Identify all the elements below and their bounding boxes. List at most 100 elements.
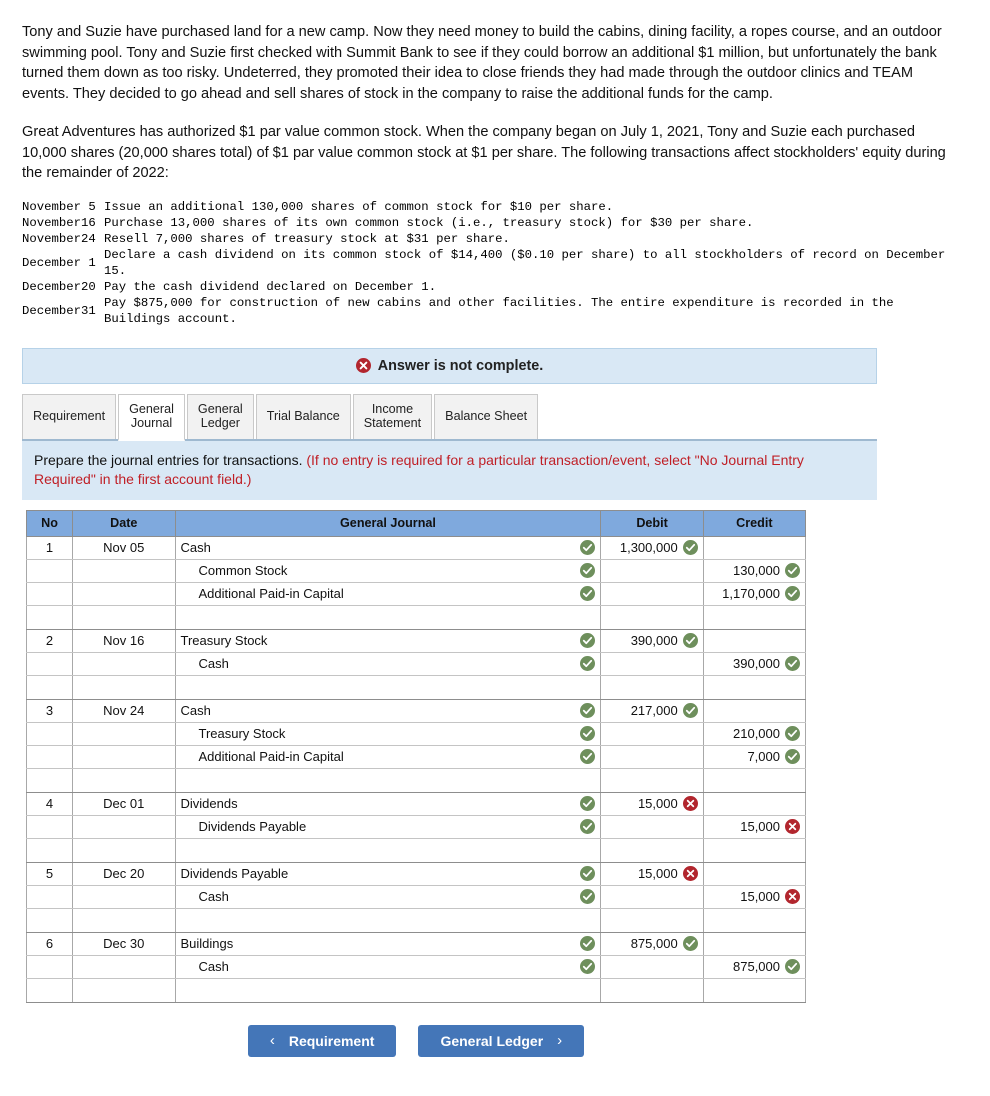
account-cell[interactable]: Treasury Stock xyxy=(174,628,602,653)
credit-check-icon xyxy=(785,726,800,742)
tab-income-statement[interactable]: Income Statement xyxy=(352,393,433,439)
account-check-icon xyxy=(580,866,596,882)
credit-cell[interactable]: 15,000 xyxy=(702,884,807,909)
spacer-cell-account[interactable] xyxy=(174,907,602,933)
account-cell[interactable]: Cash xyxy=(174,954,602,979)
tab-balance-sheet[interactable]: Balance Sheet xyxy=(434,393,539,439)
transaction-row: December 1 Declare a cash dividend on its… xyxy=(22,248,960,280)
spacer-cell-no xyxy=(25,767,74,793)
spacer-cell-credit[interactable] xyxy=(702,977,807,1003)
narrative-paragraph-1: Tony and Suzie have purchased land for a… xyxy=(22,24,942,102)
spacer-cell-credit[interactable] xyxy=(702,907,807,933)
credit-cell[interactable]: 130,000 xyxy=(702,558,807,583)
debit-cell[interactable] xyxy=(600,651,704,676)
account-cell[interactable]: Cash xyxy=(174,535,602,560)
tab-general-ledger[interactable]: General Ledger xyxy=(186,393,254,439)
account-name: Dividends xyxy=(180,796,238,812)
chevron-left-icon: ‹ xyxy=(269,1032,275,1050)
account-cell[interactable]: Cash xyxy=(174,698,602,723)
spacer-cell-debit[interactable] xyxy=(600,837,704,863)
debit-cell[interactable] xyxy=(600,558,704,583)
spacer-cell-account[interactable] xyxy=(174,604,602,630)
spacer-cell-credit[interactable] xyxy=(702,604,807,630)
credit-cell[interactable] xyxy=(702,931,807,956)
credit-amount: 15,000 xyxy=(740,889,780,905)
debit-cell[interactable] xyxy=(600,721,704,746)
debit-amount: 875,000 xyxy=(630,936,678,952)
account-cell[interactable]: Dividends xyxy=(174,791,602,816)
transaction-row: November16 Purchase 13,000 shares of its … xyxy=(22,216,960,232)
credit-cell[interactable]: 15,000 xyxy=(702,814,807,839)
account-cell[interactable]: Common Stock xyxy=(174,558,602,583)
spacer-cell-credit[interactable] xyxy=(702,767,807,793)
transaction-description: Declare a cash dividend on its common st… xyxy=(104,248,946,278)
credit-cell[interactable]: 390,000 xyxy=(702,651,807,676)
debit-cell[interactable]: 15,000 xyxy=(600,861,704,886)
journal-spacer-row xyxy=(25,767,807,793)
journal-entry-row: Additional Paid-in Capital 1,170,000 xyxy=(25,581,807,606)
credit-cell[interactable] xyxy=(702,698,807,723)
spacer-cell-account[interactable] xyxy=(174,767,602,793)
spacer-cell-debit[interactable] xyxy=(600,604,704,630)
spacer-cell-debit[interactable] xyxy=(600,977,704,1003)
debit-amount: 1,300,000 xyxy=(619,540,678,556)
debit-cell[interactable] xyxy=(600,884,704,909)
journal-entry-row: Cash 15,000 xyxy=(25,884,807,909)
account-name: Buildings xyxy=(180,936,234,952)
account-cell[interactable]: Cash xyxy=(174,651,602,676)
spacer-cell-account[interactable] xyxy=(174,977,602,1003)
account-cell[interactable]: Dividends Payable xyxy=(174,814,602,839)
journal-spacer-row xyxy=(25,604,807,630)
spacer-cell-no xyxy=(25,907,74,933)
tab-general-journal[interactable]: General Journal xyxy=(118,393,185,441)
next-general-ledger-button[interactable]: General Ledger › xyxy=(418,1024,585,1057)
credit-cell[interactable]: 875,000 xyxy=(702,954,807,979)
credit-amount: 210,000 xyxy=(733,726,780,742)
spacer-cell-debit[interactable] xyxy=(600,767,704,793)
spacer-cell-debit[interactable] xyxy=(600,907,704,933)
tab-requirement[interactable]: Requirement xyxy=(22,393,117,439)
spacer-cell-account[interactable] xyxy=(174,674,602,700)
credit-x-icon xyxy=(785,889,800,905)
account-cell[interactable]: Dividends Payable xyxy=(174,861,602,886)
spacer-cell-debit[interactable] xyxy=(600,674,704,700)
debit-amount: 390,000 xyxy=(630,633,678,649)
entry-date: Dec 30 xyxy=(72,931,176,956)
credit-cell[interactable] xyxy=(702,628,807,653)
debit-cell[interactable]: 217,000 xyxy=(600,698,704,723)
account-cell[interactable]: Buildings xyxy=(174,931,602,956)
spacer-cell-credit[interactable] xyxy=(702,837,807,863)
tab-trial-balance[interactable]: Trial Balance xyxy=(255,393,351,439)
debit-cell[interactable] xyxy=(600,954,704,979)
debit-cell[interactable]: 390,000 xyxy=(600,628,704,653)
spacer-cell-account[interactable] xyxy=(174,837,602,863)
entry-date xyxy=(72,651,176,676)
account-cell[interactable]: Treasury Stock xyxy=(174,721,602,746)
account-cell[interactable]: Cash xyxy=(174,884,602,909)
debit-check-icon xyxy=(682,936,698,952)
credit-cell[interactable]: 7,000 xyxy=(702,744,807,769)
debit-cell[interactable]: 1,300,000 xyxy=(600,535,704,560)
journal-table-head: No Date General Journal Debit Credit xyxy=(25,509,807,537)
instructions-main: Prepare the journal entries for transact… xyxy=(34,451,307,468)
debit-x-icon xyxy=(682,796,698,812)
debit-cell[interactable]: 875,000 xyxy=(600,931,704,956)
credit-cell[interactable]: 210,000 xyxy=(702,721,807,746)
account-cell[interactable]: Additional Paid-in Capital xyxy=(174,744,602,769)
transaction-description: Pay the cash dividend declared on Decemb… xyxy=(104,279,437,294)
account-check-icon xyxy=(580,749,596,765)
spacer-cell-credit[interactable] xyxy=(702,674,807,700)
account-name: Dividends Payable xyxy=(180,866,289,882)
entry-number xyxy=(25,884,74,909)
entry-date xyxy=(72,581,176,606)
debit-cell[interactable]: 15,000 xyxy=(600,791,704,816)
prev-requirement-button[interactable]: ‹ Requirement xyxy=(247,1024,397,1057)
credit-cell[interactable] xyxy=(702,861,807,886)
account-cell[interactable]: Additional Paid-in Capital xyxy=(174,581,602,606)
credit-cell[interactable] xyxy=(702,535,807,560)
credit-cell[interactable]: 1,170,000 xyxy=(702,581,807,606)
debit-cell[interactable] xyxy=(600,744,704,769)
debit-cell[interactable] xyxy=(600,814,704,839)
debit-cell[interactable] xyxy=(600,581,704,606)
credit-cell[interactable] xyxy=(702,791,807,816)
